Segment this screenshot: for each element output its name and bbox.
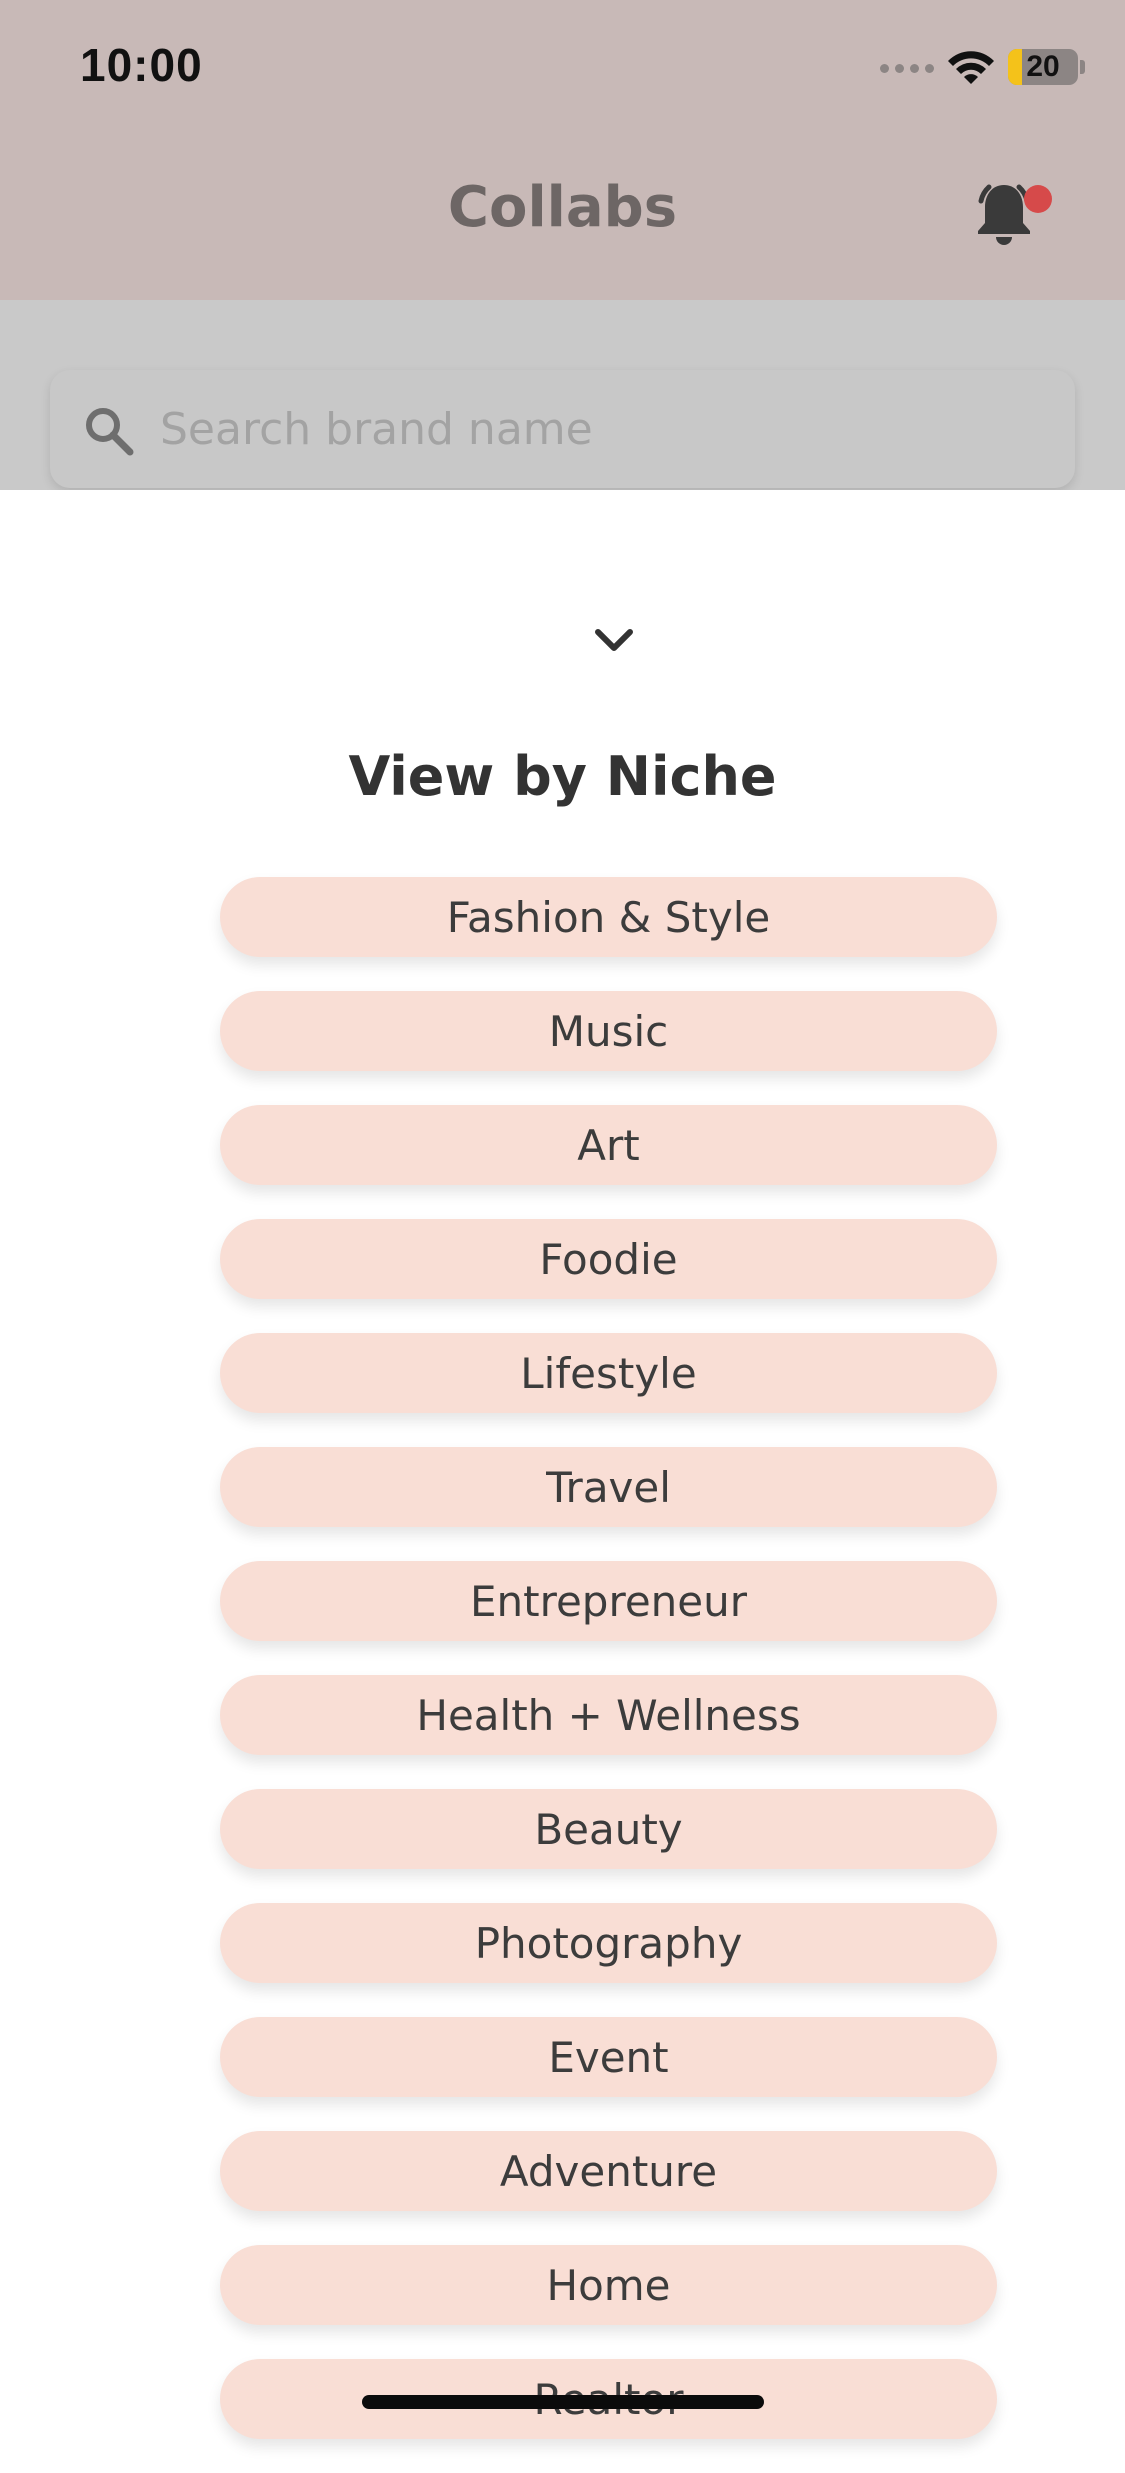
search-placeholder: Search brand name: [160, 404, 593, 455]
page-title: Collabs: [447, 175, 678, 240]
niche-button[interactable]: Art: [220, 1105, 997, 1185]
search-icon: [86, 408, 134, 456]
niche-button[interactable]: Travel: [220, 1447, 997, 1527]
search-input[interactable]: Search brand name: [50, 370, 1075, 488]
niche-button[interactable]: Beauty: [220, 1789, 997, 1869]
app-header: Collabs: [0, 135, 1125, 300]
niche-button[interactable]: Health + Wellness: [220, 1675, 997, 1755]
status-time: 10:00: [80, 39, 203, 91]
niche-button[interactable]: Adventure: [220, 2131, 997, 2211]
niche-button[interactable]: Photography: [220, 1903, 997, 1983]
niche-button[interactable]: Music: [220, 991, 997, 1071]
niche-button[interactable]: Entrepreneur: [220, 1561, 997, 1641]
niche-button[interactable]: Event: [220, 2017, 997, 2097]
chevron-down-icon[interactable]: [584, 620, 644, 660]
niche-bottom-sheet: View by Niche Fashion & Style Music Art Foo…: [0, 490, 1125, 2439]
niche-button[interactable]: Foodie: [220, 1219, 997, 1299]
notification-badge: [1024, 185, 1052, 213]
search-area: Search brand name: [0, 300, 1125, 490]
niche-list: Fashion & Style Music Art Foodie Lifestyle Tr…: [220, 877, 997, 2473]
battery-level: 20: [1026, 50, 1060, 83]
signal-dots-icon: [880, 64, 934, 73]
sheet-title: View by Niche: [348, 745, 777, 808]
home-indicator[interactable]: [362, 2395, 764, 2409]
status-bar: 10:00 20: [0, 0, 1125, 135]
wifi-icon: [948, 51, 994, 84]
niche-button[interactable]: Lifestyle: [220, 1333, 997, 1413]
battery-icon: 20: [1008, 49, 1078, 85]
battery-cap: [1080, 60, 1085, 74]
niche-button[interactable]: Fashion & Style: [220, 877, 997, 957]
niche-button[interactable]: Home: [220, 2245, 997, 2325]
